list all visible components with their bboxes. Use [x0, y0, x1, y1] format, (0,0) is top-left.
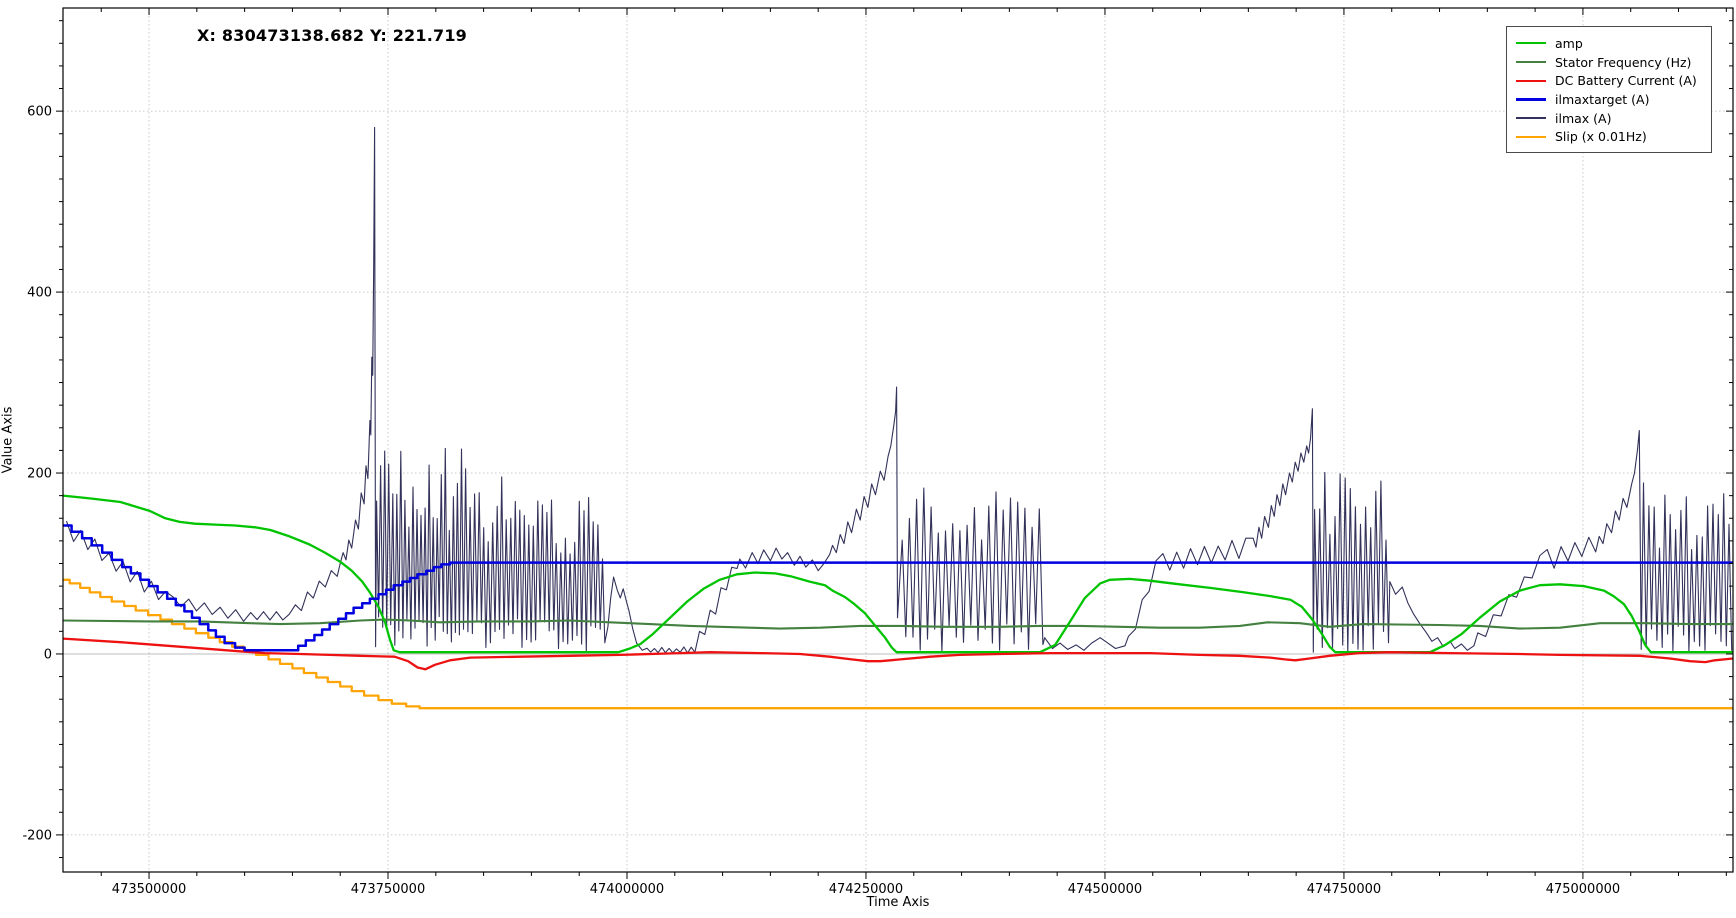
legend-item: ilmaxtarget (A)	[1516, 90, 1702, 109]
y-tick-label: -200	[22, 828, 52, 843]
legend-label: amp	[1555, 35, 1583, 51]
legend-item: ilmax (A)	[1516, 109, 1702, 128]
crosshair-readout: X: 830473138.682 Y: 221.719	[197, 26, 467, 45]
legend-item: Slip (x 0.01Hz)	[1516, 127, 1702, 146]
legend-line-swatch	[1516, 42, 1546, 45]
legend-line-swatch	[1516, 98, 1546, 101]
x-tick-label: 474000000	[590, 882, 664, 897]
y-tick-label: 400	[27, 286, 52, 301]
y-tick-label: 200	[27, 467, 52, 482]
legend-line-swatch	[1516, 60, 1546, 64]
x-tick-label: 474750000	[1307, 882, 1381, 897]
legend-item: amp	[1516, 34, 1702, 53]
legend-label: ilmaxtarget (A)	[1555, 91, 1650, 107]
x-tick-label: 473750000	[351, 882, 425, 897]
legend-label: ilmax (A)	[1555, 110, 1612, 126]
legend: amp Stator Frequency (Hz) DC Battery Cur…	[1506, 26, 1712, 154]
x-tick-label: 475000000	[1546, 882, 1620, 897]
legend-item: DC Battery Current (A)	[1516, 71, 1702, 90]
legend-line-swatch	[1516, 79, 1546, 82]
legend-line-swatch	[1516, 135, 1546, 138]
legend-label: Slip (x 0.01Hz)	[1555, 129, 1647, 145]
x-tick-label: 474500000	[1068, 882, 1142, 897]
y-axis-label: Value Axis	[0, 406, 16, 474]
y-tick-label: 0	[44, 647, 52, 662]
legend-label: DC Battery Current (A)	[1555, 73, 1697, 89]
chart-canvas[interactable]: 473500000 473750000 474000000 474250000 4745…	[0, 0, 1736, 918]
legend-line-swatch	[1516, 117, 1546, 119]
x-tick-label: 473500000	[112, 882, 186, 897]
y-tick-label: 600	[27, 105, 52, 120]
chart-window: 473500000 473750000 474000000 474250000 4745…	[0, 0, 1736, 918]
legend-item: Stator Frequency (Hz)	[1516, 53, 1702, 72]
x-axis-label: Time Axis	[866, 895, 930, 910]
legend-label: Stator Frequency (Hz)	[1555, 54, 1692, 70]
